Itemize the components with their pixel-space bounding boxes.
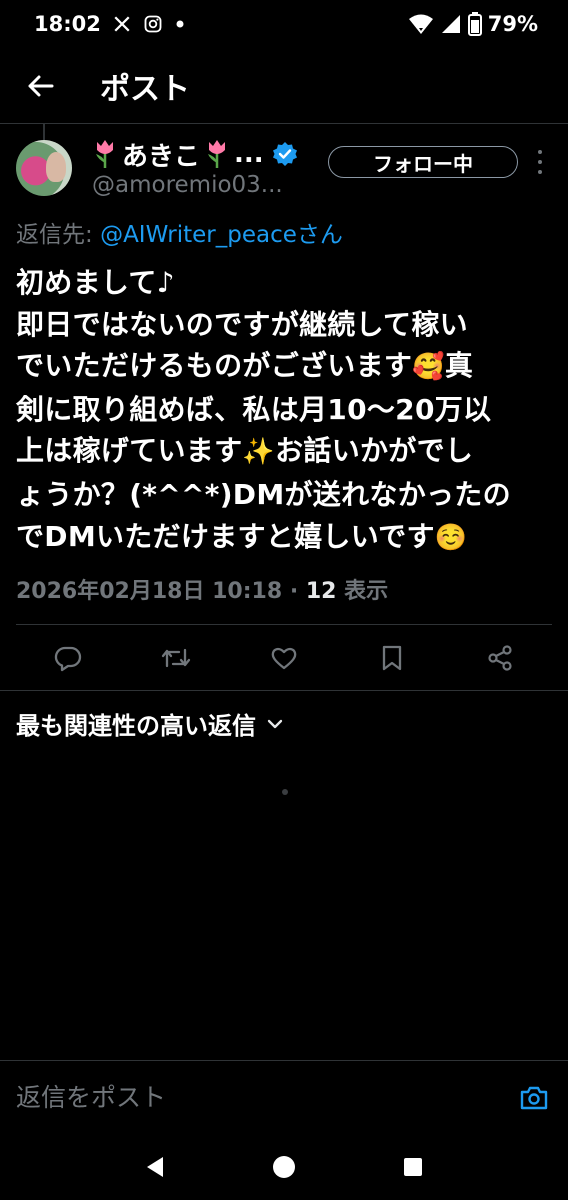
back-button[interactable]: [0, 48, 80, 124]
camera-icon: [520, 1086, 548, 1109]
author-name-row[interactable]: あきこ ...: [92, 136, 298, 172]
tulip-emoji-icon: [204, 139, 230, 169]
x-logo-icon: [113, 15, 131, 33]
nav-back-button[interactable]: [131, 1143, 179, 1191]
like-button[interactable]: [260, 634, 308, 682]
post-line: 初めまして♪: [16, 266, 175, 299]
post-line: でDMいただけますと嬉しいです: [16, 519, 435, 553]
signal-icon: [440, 13, 462, 35]
smiling-hearts-emoji-icon: 🥰: [412, 352, 445, 383]
system-nav-bar: [0, 1134, 568, 1200]
post-line: お話いかがでし: [275, 434, 474, 468]
share-icon: [488, 645, 512, 671]
like-icon: [271, 647, 297, 670]
verified-badge-icon: [272, 141, 298, 167]
post-body: 初めまして♪ 即日ではないのですが継続して稼い でいただけるものがございます🥰真…: [16, 262, 552, 559]
battery-percent: 79%: [487, 12, 538, 36]
following-button[interactable]: フォロー中: [328, 146, 518, 178]
reply-button[interactable]: [44, 634, 92, 682]
more-options-button[interactable]: [530, 150, 550, 174]
thread-connector: [43, 124, 45, 140]
reply-to-prefix: 返信先:: [16, 222, 101, 248]
more-dot: [538, 150, 542, 154]
post-meta: 2026年02月18日 10:18 · 12 表示: [16, 573, 388, 605]
views-count[interactable]: 12: [306, 579, 337, 604]
more-dot: [538, 160, 542, 164]
reply-sort-label: 最も関連性の高い返信: [16, 712, 256, 740]
author-handle[interactable]: @amoremio03...: [92, 172, 283, 198]
smiling-face-emoji-icon: ☺️: [434, 522, 468, 553]
post-timestamp[interactable]: 2026年02月18日 10:18: [16, 579, 282, 604]
triangle-back-icon: [146, 1157, 163, 1177]
reply-input[interactable]: [16, 1083, 516, 1112]
post-actions: [0, 626, 568, 690]
loading-indicator: [282, 789, 288, 795]
post-line: 即日ではないのですが継続して稼い: [16, 307, 468, 341]
divider: [0, 690, 568, 691]
repost-icon: [161, 648, 191, 668]
arrow-left-icon: [28, 75, 54, 96]
tulip-emoji-icon: [92, 139, 118, 169]
meta-separator: ·: [282, 579, 306, 604]
wifi-icon: [408, 13, 434, 35]
avatar-face-shape: [46, 152, 66, 182]
reply-to-line: 返信先: @AIWriter_peaceさん: [16, 215, 343, 249]
post-line: でいただけるものがございます: [16, 349, 413, 383]
chevron-down-icon: [267, 719, 283, 728]
bookmark-icon: [382, 645, 402, 671]
circle-home-icon: [272, 1156, 295, 1178]
post-line: 剣に取り組めば、私は月10〜20万以: [16, 392, 492, 426]
divider: [16, 624, 552, 625]
square-recents-icon: [404, 1158, 423, 1176]
battery-icon: [467, 12, 482, 36]
post-line: ょうか？(*^^*)DMが送れなかったの: [16, 477, 511, 511]
sparkles-emoji-icon: ✨: [242, 437, 276, 468]
reply-to-suffix: さん: [296, 222, 343, 248]
avatar[interactable]: [16, 140, 72, 196]
page-title: ポスト: [100, 71, 190, 107]
share-button[interactable]: [476, 634, 524, 682]
repost-button[interactable]: [152, 634, 200, 682]
author-display-name: あきこ: [122, 141, 201, 172]
author-name-ellipsis: ...: [234, 139, 264, 169]
status-bar: 18:02 79%: [0, 0, 568, 48]
notification-dot-icon: [175, 19, 185, 29]
camera-button[interactable]: [516, 1080, 552, 1116]
reply-to-mention[interactable]: @AIWriter_peace: [100, 222, 297, 248]
reply-compose-bar: [0, 1060, 568, 1134]
reply-sort-selector[interactable]: 最も関連性の高い返信: [16, 706, 284, 741]
nav-home-button[interactable]: [260, 1143, 308, 1191]
bookmark-button[interactable]: [368, 634, 416, 682]
nav-recents-button[interactable]: [389, 1143, 437, 1191]
status-time: 18:02: [34, 12, 101, 36]
more-dot: [538, 170, 542, 174]
reply-icon: [54, 646, 82, 672]
post-line: 真: [444, 349, 474, 383]
views-label: 表示: [336, 579, 389, 604]
top-app-bar: ポスト: [0, 48, 568, 124]
post-line: 上は稼げています: [16, 434, 243, 468]
instagram-icon: [143, 14, 163, 34]
